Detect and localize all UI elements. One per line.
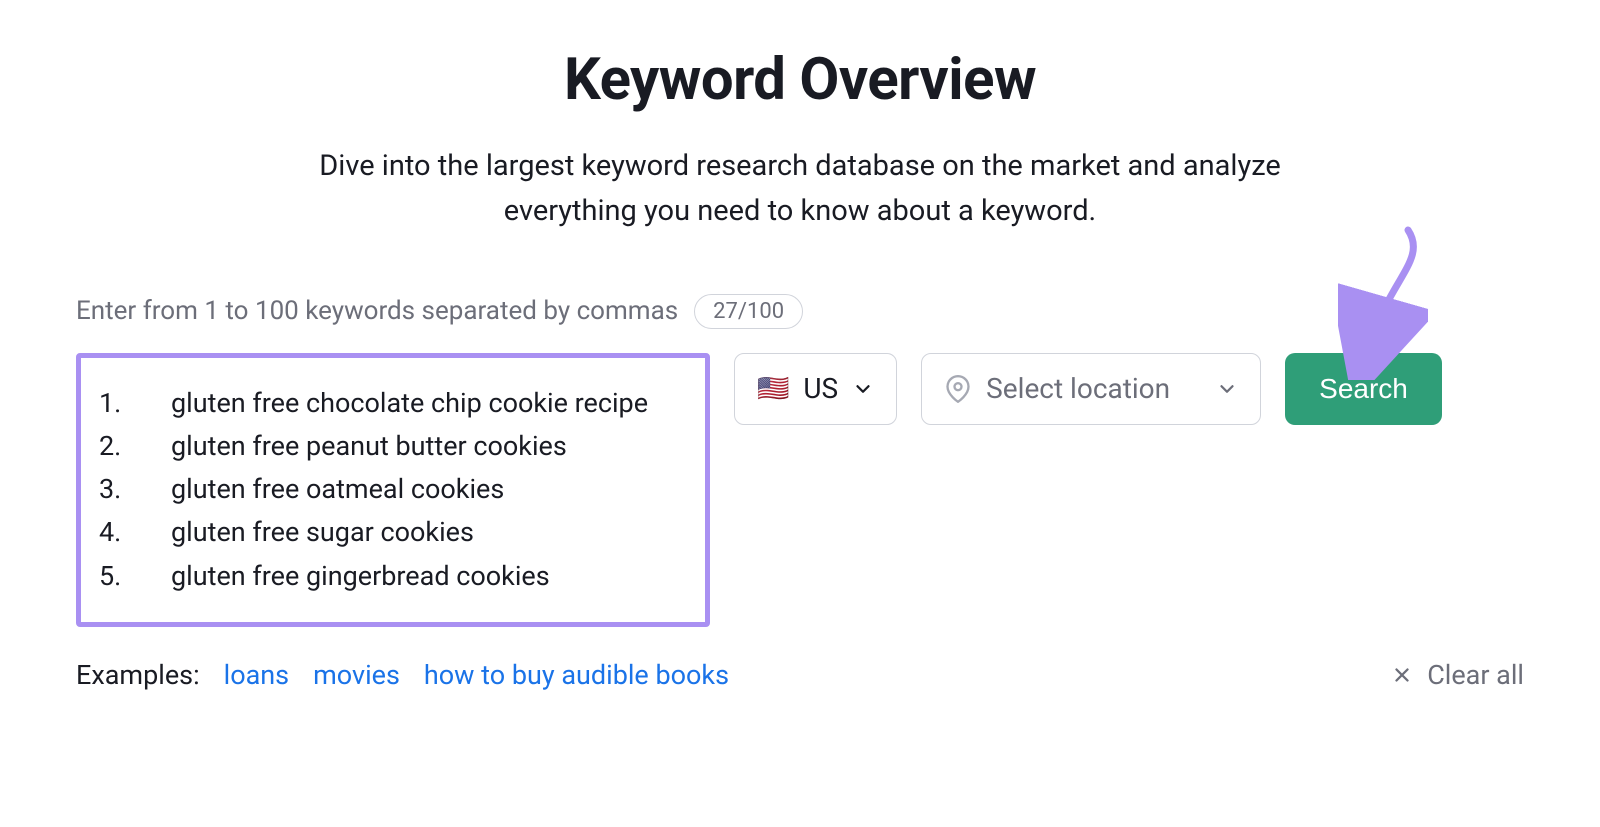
keyword-input-label: Enter from 1 to 100 keywords separated b… (76, 296, 678, 326)
country-label: US (803, 372, 838, 405)
keyword-item-text: gluten free chocolate chip cookie recipe (171, 382, 681, 425)
keyword-item: 2. gluten free peanut butter cookies (99, 425, 681, 468)
example-link-movies[interactable]: movies (313, 659, 400, 691)
location-placeholder: Select location (986, 372, 1170, 405)
keyword-item-text: gluten free oatmeal cookies (171, 468, 681, 511)
location-pin-icon (944, 375, 972, 403)
keyword-item: 5. gluten free gingerbread cookies (99, 555, 681, 598)
keyword-item-number: 2. (99, 425, 143, 468)
search-button[interactable]: Search (1285, 353, 1442, 425)
keyword-counter-badge: 27/100 (694, 294, 803, 329)
location-select[interactable]: Select location (921, 353, 1261, 425)
examples-row: Examples: loans movies how to buy audibl… (76, 659, 729, 691)
keyword-item-number: 4. (99, 511, 143, 554)
clear-all-label: Clear all (1427, 659, 1524, 691)
close-icon (1391, 664, 1413, 686)
examples-label: Examples: (76, 659, 200, 691)
chevron-down-icon (852, 378, 874, 400)
keyword-item: 4. gluten free sugar cookies (99, 511, 681, 554)
keyword-item: 3. gluten free oatmeal cookies (99, 468, 681, 511)
clear-all-button[interactable]: Clear all (1391, 659, 1524, 691)
keyword-item-text: gluten free peanut butter cookies (171, 425, 681, 468)
keyword-item-text: gluten free sugar cookies (171, 511, 681, 554)
keyword-item-number: 3. (99, 468, 143, 511)
keyword-item-number: 1. (99, 382, 143, 425)
example-link-loans[interactable]: loans (224, 659, 290, 691)
example-link-audible[interactable]: how to buy audible books (424, 659, 729, 691)
chevron-down-icon (1216, 378, 1238, 400)
page-subtitle: Dive into the largest keyword research d… (300, 144, 1300, 234)
keyword-item: 1. gluten free chocolate chip cookie reci… (99, 382, 681, 425)
country-select[interactable]: 🇺🇸 US (734, 353, 897, 425)
keyword-item-number: 5. (99, 555, 143, 598)
keyword-input-box[interactable]: 1. gluten free chocolate chip cookie reci… (76, 353, 710, 627)
page-title: Keyword Overview (76, 46, 1524, 114)
us-flag-icon: 🇺🇸 (757, 376, 789, 402)
keyword-item-text: gluten free gingerbread cookies (171, 555, 681, 598)
